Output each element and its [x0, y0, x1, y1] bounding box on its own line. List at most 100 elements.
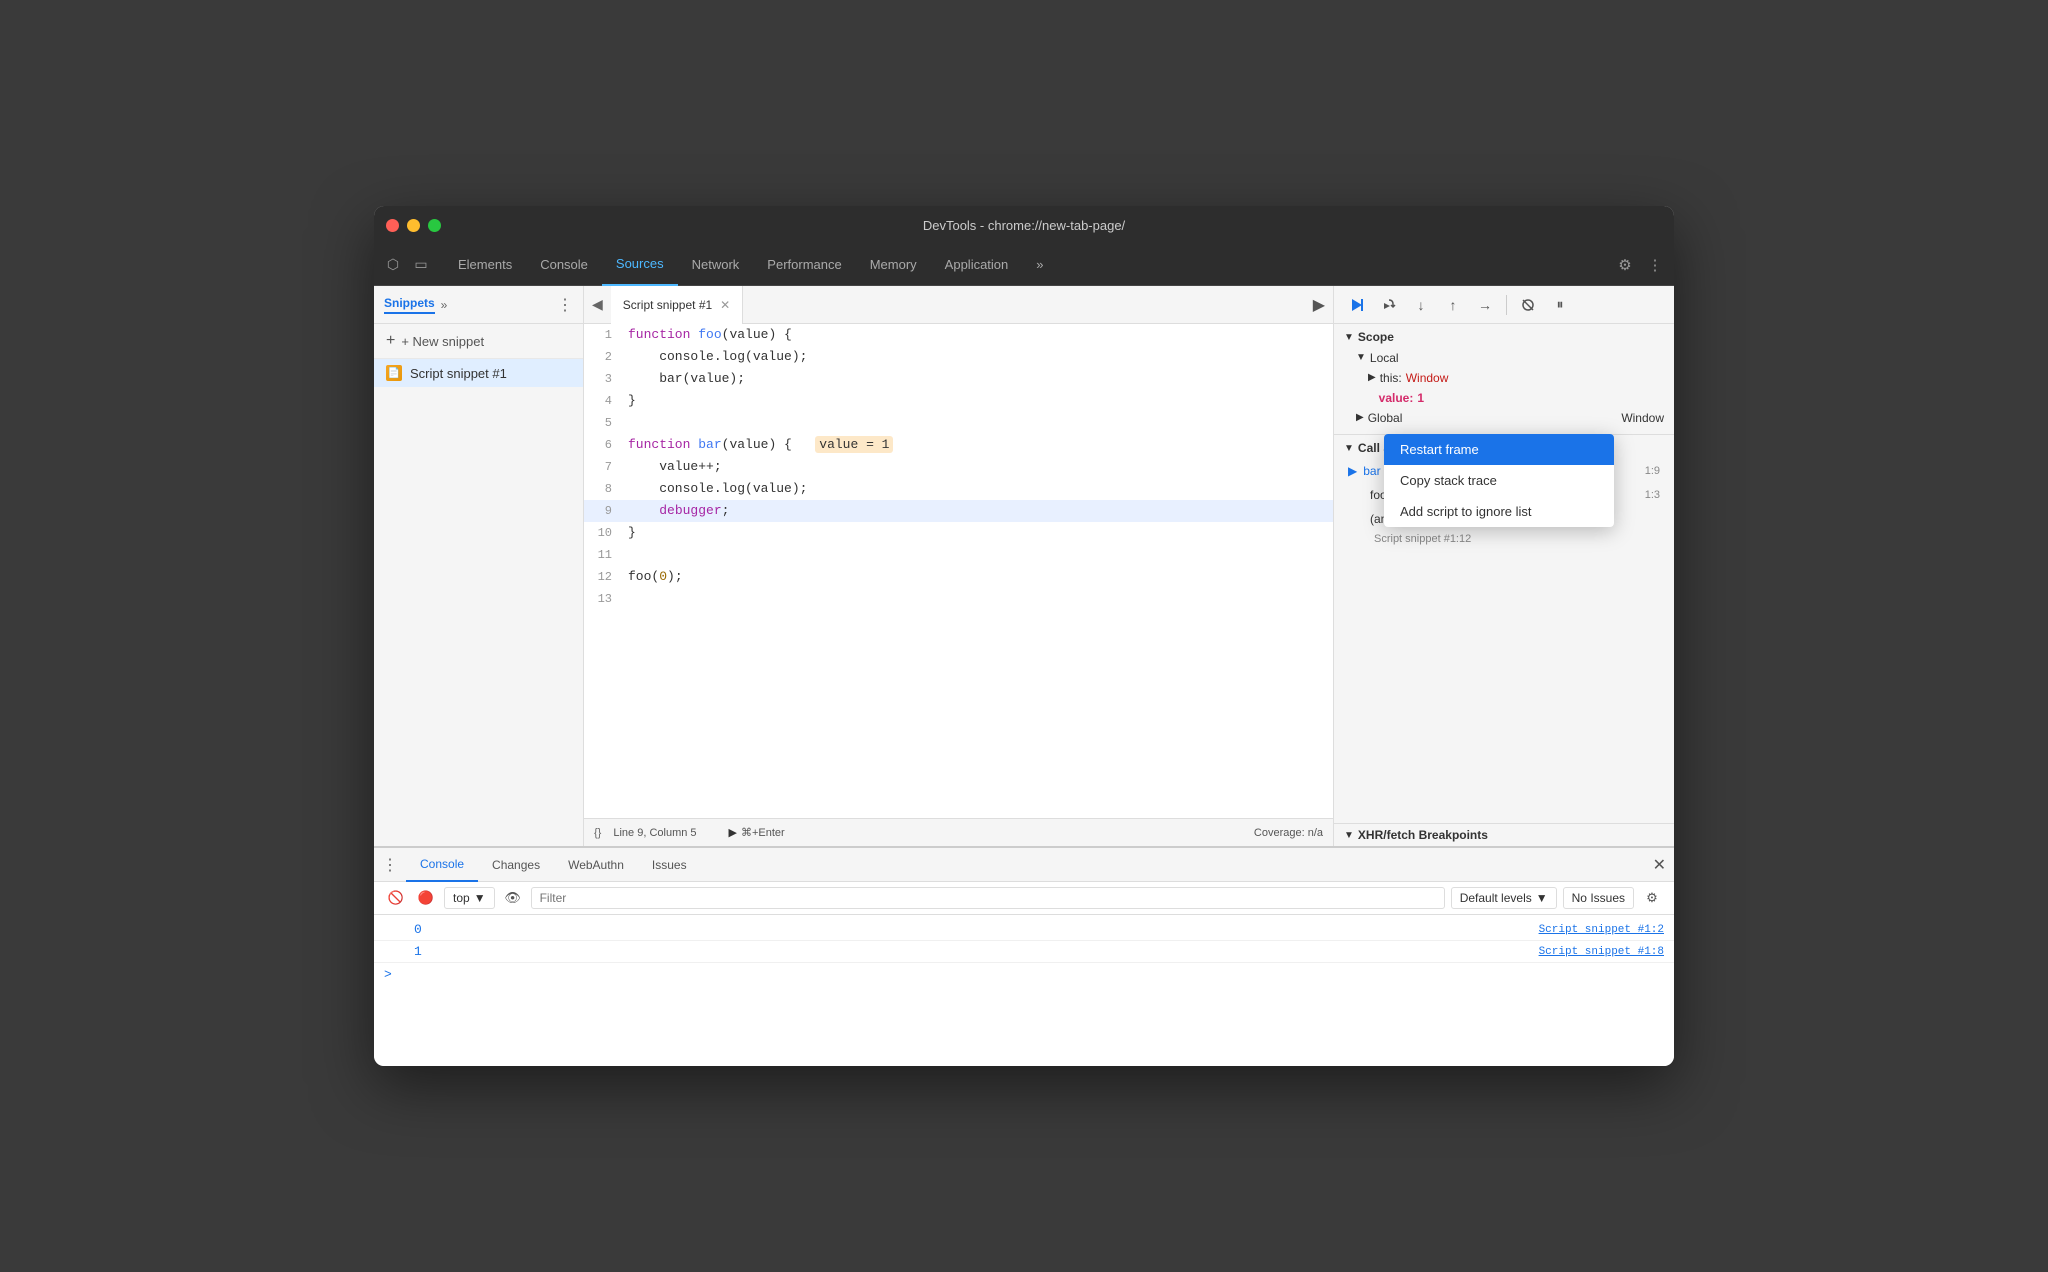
console-issues-button[interactable]: No Issues	[1563, 887, 1634, 909]
sidebar-menu-button[interactable]: ⋮	[557, 295, 573, 315]
callstack-arrow-icon: ▶	[1348, 460, 1357, 482]
this-expand-icon[interactable]: ▶	[1368, 368, 1376, 388]
tab-console[interactable]: Console	[526, 244, 602, 286]
editor-nav-icon[interactable]: ◀	[592, 296, 603, 313]
console-prompt[interactable]: >	[374, 963, 1674, 986]
scope-title[interactable]: ▼ Scope	[1344, 330, 1664, 344]
context-menu-restart[interactable]: Restart frame	[1384, 434, 1614, 465]
console-log-src-0[interactable]: Script snippet #1:2	[1539, 924, 1664, 936]
console-levels-label: Default levels	[1460, 891, 1532, 905]
editor-status-bar: {} Line 9, Column 5 ▶ ⌘+Enter Coverage: …	[584, 818, 1333, 846]
console-eye-icon[interactable]: 👁	[501, 886, 525, 910]
scope-value-key: value:	[1379, 388, 1414, 408]
console-tab-webauthn[interactable]: WebAuthn	[554, 848, 638, 882]
line-content-12: foo(0);	[624, 566, 1333, 588]
console-tab-issues[interactable]: Issues	[638, 848, 701, 882]
console-tab-console[interactable]: Console	[406, 848, 478, 882]
tab-memory[interactable]: Memory	[856, 244, 931, 286]
console-top-dropdown[interactable]: top ▼	[444, 887, 495, 909]
console-levels-arrow: ▼	[1536, 891, 1548, 905]
main-content: Snippets » ⋮ + + New snippet 📄 Script sn…	[374, 286, 1674, 846]
close-button[interactable]	[386, 219, 399, 232]
sidebar-header: Snippets » ⋮	[374, 286, 583, 324]
scope-this-key: this:	[1380, 368, 1402, 388]
step-into-button[interactable]: ↓	[1408, 292, 1434, 318]
console-filter-icon[interactable]: 🔴	[414, 886, 438, 910]
console-toolbar: 🚫 🔴 top ▼ 👁 Default levels ▼ No Issues ⚙	[374, 882, 1674, 915]
editor-tab-close-icon[interactable]: ✕	[720, 298, 730, 312]
code-line-6: 6 function bar(value) { value = 1	[584, 434, 1333, 456]
line-num-4: 4	[584, 390, 624, 412]
context-menu-ignore[interactable]: Add script to ignore list	[1384, 496, 1614, 527]
new-snippet-button[interactable]: + + New snippet	[374, 324, 583, 359]
resume-button[interactable]	[1344, 292, 1370, 318]
new-snippet-label: + New snippet	[401, 334, 484, 349]
console-tab-changes[interactable]: Changes	[478, 848, 554, 882]
scope-value-item: value: 1	[1368, 388, 1664, 408]
local-collapse-icon[interactable]: ▼	[1356, 348, 1366, 368]
code-line-1: 1 function foo(value) {	[584, 324, 1333, 346]
tab-network[interactable]: Network	[678, 244, 754, 286]
console-top-label: top	[453, 891, 470, 905]
device-icon[interactable]: ▭	[410, 254, 432, 276]
minimize-button[interactable]	[407, 219, 420, 232]
deactivate-breakpoints-button[interactable]	[1515, 292, 1541, 318]
tab-more[interactable]: »	[1022, 244, 1057, 286]
tab-application[interactable]: Application	[931, 244, 1023, 286]
line-num-13: 13	[584, 588, 624, 610]
code-line-9: 9 debugger;	[584, 500, 1333, 522]
console-levels-dropdown[interactable]: Default levels ▼	[1451, 887, 1557, 909]
tab-elements[interactable]: Elements	[444, 244, 526, 286]
line-content-9: debugger;	[624, 500, 1333, 522]
scope-content: ▼ Local ▶ this: Window value: 1	[1344, 344, 1664, 428]
line-content-7: value++;	[624, 456, 1333, 478]
console-settings-icon[interactable]: ⚙	[1640, 886, 1664, 910]
snippet-file-icon: 📄	[386, 365, 402, 381]
maximize-button[interactable]	[428, 219, 441, 232]
tab-bar-right: ⚙ ⋮	[1614, 254, 1666, 276]
code-line-10: 10 }	[584, 522, 1333, 544]
editor-run-button[interactable]: ▶	[1313, 295, 1325, 315]
debug-toolbar: ↓ ↑ → ⏸	[1334, 286, 1674, 324]
console-clear-button[interactable]: 🚫	[384, 886, 408, 910]
more-icon[interactable]: ⋮	[1644, 254, 1666, 276]
format-icon[interactable]: {}	[594, 827, 601, 839]
line-num-1: 1	[584, 324, 624, 346]
console-menu-icon[interactable]: ⋮	[382, 855, 398, 875]
run-icon: ▶	[729, 826, 737, 839]
snippet-item[interactable]: 📄 Script snippet #1	[374, 359, 583, 387]
scope-local: ▼ Local	[1356, 348, 1664, 368]
sidebar-more-icon[interactable]: »	[441, 298, 448, 312]
xhr-section: ▼ XHR/fetch Breakpoints	[1334, 823, 1674, 846]
line-content-11	[624, 544, 1333, 566]
step-out-button[interactable]: ↑	[1440, 292, 1466, 318]
line-content-13	[624, 588, 1333, 610]
sidebar-title: Snippets	[384, 296, 435, 314]
line-num-2: 2	[584, 346, 624, 368]
code-editor[interactable]: 1 function foo(value) { 2 console.log(va…	[584, 324, 1333, 818]
line-content-2: console.log(value);	[624, 346, 1333, 368]
console-close-icon[interactable]: ✕	[1653, 855, 1666, 875]
code-line-2: 2 console.log(value);	[584, 346, 1333, 368]
console-filter-input[interactable]	[531, 887, 1445, 909]
tab-sources[interactable]: Sources	[602, 244, 678, 286]
line-num-7: 7	[584, 456, 624, 478]
xhr-title[interactable]: ▼ XHR/fetch Breakpoints	[1344, 828, 1664, 842]
line-content-3: bar(value);	[624, 368, 1333, 390]
tab-performance[interactable]: Performance	[753, 244, 855, 286]
pause-on-exceptions-button[interactable]: ⏸	[1547, 292, 1573, 318]
global-expand-icon[interactable]: ▶	[1356, 408, 1364, 428]
console-area: ⋮ Console Changes WebAuthn Issues ✕ 🚫 🔴 …	[374, 846, 1674, 1066]
select-icon[interactable]: ⬡	[382, 254, 404, 276]
context-menu-copy-stack[interactable]: Copy stack trace	[1384, 465, 1614, 496]
line-content-4: }	[624, 390, 1333, 412]
step-over-button[interactable]	[1376, 292, 1402, 318]
console-log-src-1[interactable]: Script snippet #1:8	[1539, 946, 1664, 958]
line-num-10: 10	[584, 522, 624, 544]
console-log-value-0: 0	[414, 922, 444, 937]
settings-icon[interactable]: ⚙	[1614, 254, 1636, 276]
step-button[interactable]: →	[1472, 292, 1498, 318]
line-num-12: 12	[584, 566, 624, 588]
tab-bar-icons: ⬡ ▭	[382, 254, 432, 276]
editor-tab[interactable]: Script snippet #1 ✕	[611, 286, 743, 324]
